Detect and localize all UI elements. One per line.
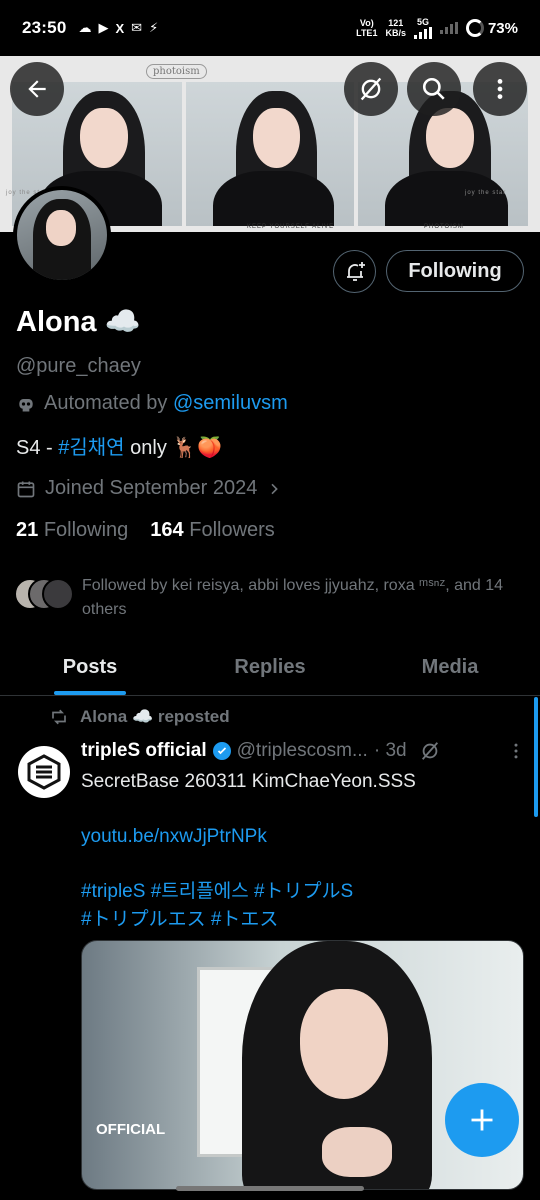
following-count-link[interactable]: 21 Following: [16, 519, 128, 542]
status-bar: 23:50 ☁ ▶ X ✉ ⚡ Vo) LTE1 121 KB/s 5G 73%: [0, 0, 540, 56]
bolt-icon: ⚡: [149, 20, 159, 35]
joined-date[interactable]: Joined September 2024: [16, 477, 282, 500]
chevron-right-icon: [271, 483, 279, 494]
post-hashtags[interactable]: #tripleS #트리플에스 #トリプルS: [81, 878, 521, 906]
battery-icon: [465, 19, 484, 37]
calendar-icon: [17, 481, 35, 497]
network-speed: 121 KB/s: [385, 18, 406, 38]
youtube-icon: ▶: [98, 20, 109, 35]
post-header: tripleS official @triplescosm... · 3d: [81, 740, 526, 762]
followed-by-text: Followed by kei reisya, abbi loves jjyua…: [82, 577, 504, 618]
post-hashtags[interactable]: #トリプルエス #トエス: [81, 906, 521, 934]
followed-by[interactable]: Followed by kei reisya, abbi loves jjyua…: [14, 574, 526, 622]
following-button[interactable]: Following: [386, 250, 524, 292]
home-indicator[interactable]: [176, 1186, 364, 1191]
bell-plus-icon: [346, 261, 365, 281]
more-options-button[interactable]: [473, 62, 527, 116]
grok-icon: [360, 77, 382, 101]
scrollbar[interactable]: [534, 697, 538, 817]
banner-photo-2: [186, 82, 354, 226]
followed-by-avatars: [14, 578, 74, 612]
post-author-avatar[interactable]: [18, 746, 70, 798]
tab-media[interactable]: Media: [360, 640, 540, 695]
network-5g-indicator: 5G: [413, 17, 432, 39]
profile-avatar[interactable]: [13, 186, 111, 284]
automated-label: Automated by @semiluvsm: [16, 392, 288, 415]
volte-indicator: Vo) LTE1: [356, 18, 378, 38]
status-notification-icons: ☁ ▶ X ✉ ⚡: [78, 20, 158, 36]
verified-badge-icon: [212, 742, 231, 760]
tab-posts[interactable]: Posts: [0, 640, 180, 695]
notification-icon: ☁: [78, 20, 92, 35]
profile-name: Alona ☁️: [16, 306, 141, 338]
mail-icon: ✉: [131, 20, 143, 35]
search-button[interactable]: [407, 62, 461, 116]
media-logo: OFFICIAL: [96, 1121, 166, 1138]
banner-label: PHOTOISM: [424, 224, 464, 230]
repost-indicator: Alona ☁️ reposted: [50, 707, 230, 727]
post-media-image[interactable]: OFFICIAL: [81, 940, 524, 1190]
bio-hashtag-link[interactable]: #김채연: [58, 437, 124, 459]
follow-counts: 21 Following 164 Followers: [16, 519, 275, 542]
post-text: SecretBase 260311 KimChaeYeon.SSS youtu.…: [81, 768, 521, 933]
more-vertical-icon: [497, 79, 503, 99]
arrow-left-icon: [28, 80, 46, 98]
banner-label: KEEP YOURSELF ALIVE: [247, 224, 335, 230]
profile-bio: S4 - #김채연 only 🦌🍑: [16, 437, 223, 459]
followers-count-link[interactable]: 164 Followers: [150, 519, 275, 542]
x-icon: X: [115, 20, 125, 36]
robot-icon: [19, 398, 33, 411]
profile-handle: @pure_chaey: [16, 355, 141, 377]
grok-button[interactable]: [344, 62, 398, 116]
banner-logo: photoism: [146, 64, 207, 79]
post-more-icon: [514, 743, 518, 759]
triples-logo-icon: [27, 754, 61, 790]
post-author-name[interactable]: tripleS official: [81, 740, 207, 762]
grok-icon: [421, 742, 438, 760]
post-link[interactable]: youtu.be/nxwJjPtrNPk: [81, 823, 521, 851]
banner-label: joy the star: [465, 190, 507, 196]
tab-replies[interactable]: Replies: [180, 640, 360, 695]
signal-2-icon: [439, 22, 458, 34]
back-button[interactable]: [10, 62, 64, 116]
battery-indicator: 73%: [465, 19, 518, 37]
compose-button[interactable]: [445, 1083, 519, 1157]
status-time: 23:50: [22, 18, 67, 37]
search-icon: [422, 77, 445, 100]
post-author-handle[interactable]: @triplescosm...: [237, 740, 368, 762]
profile-tabs: Posts Replies Media: [0, 640, 540, 696]
post-time[interactable]: · 3d: [374, 740, 407, 762]
automated-by-link[interactable]: @semiluvsm: [173, 392, 288, 414]
plus-icon: [471, 1109, 493, 1131]
signal-icon: [413, 27, 432, 39]
notifications-button[interactable]: [333, 250, 376, 293]
repost-icon: [52, 709, 66, 725]
